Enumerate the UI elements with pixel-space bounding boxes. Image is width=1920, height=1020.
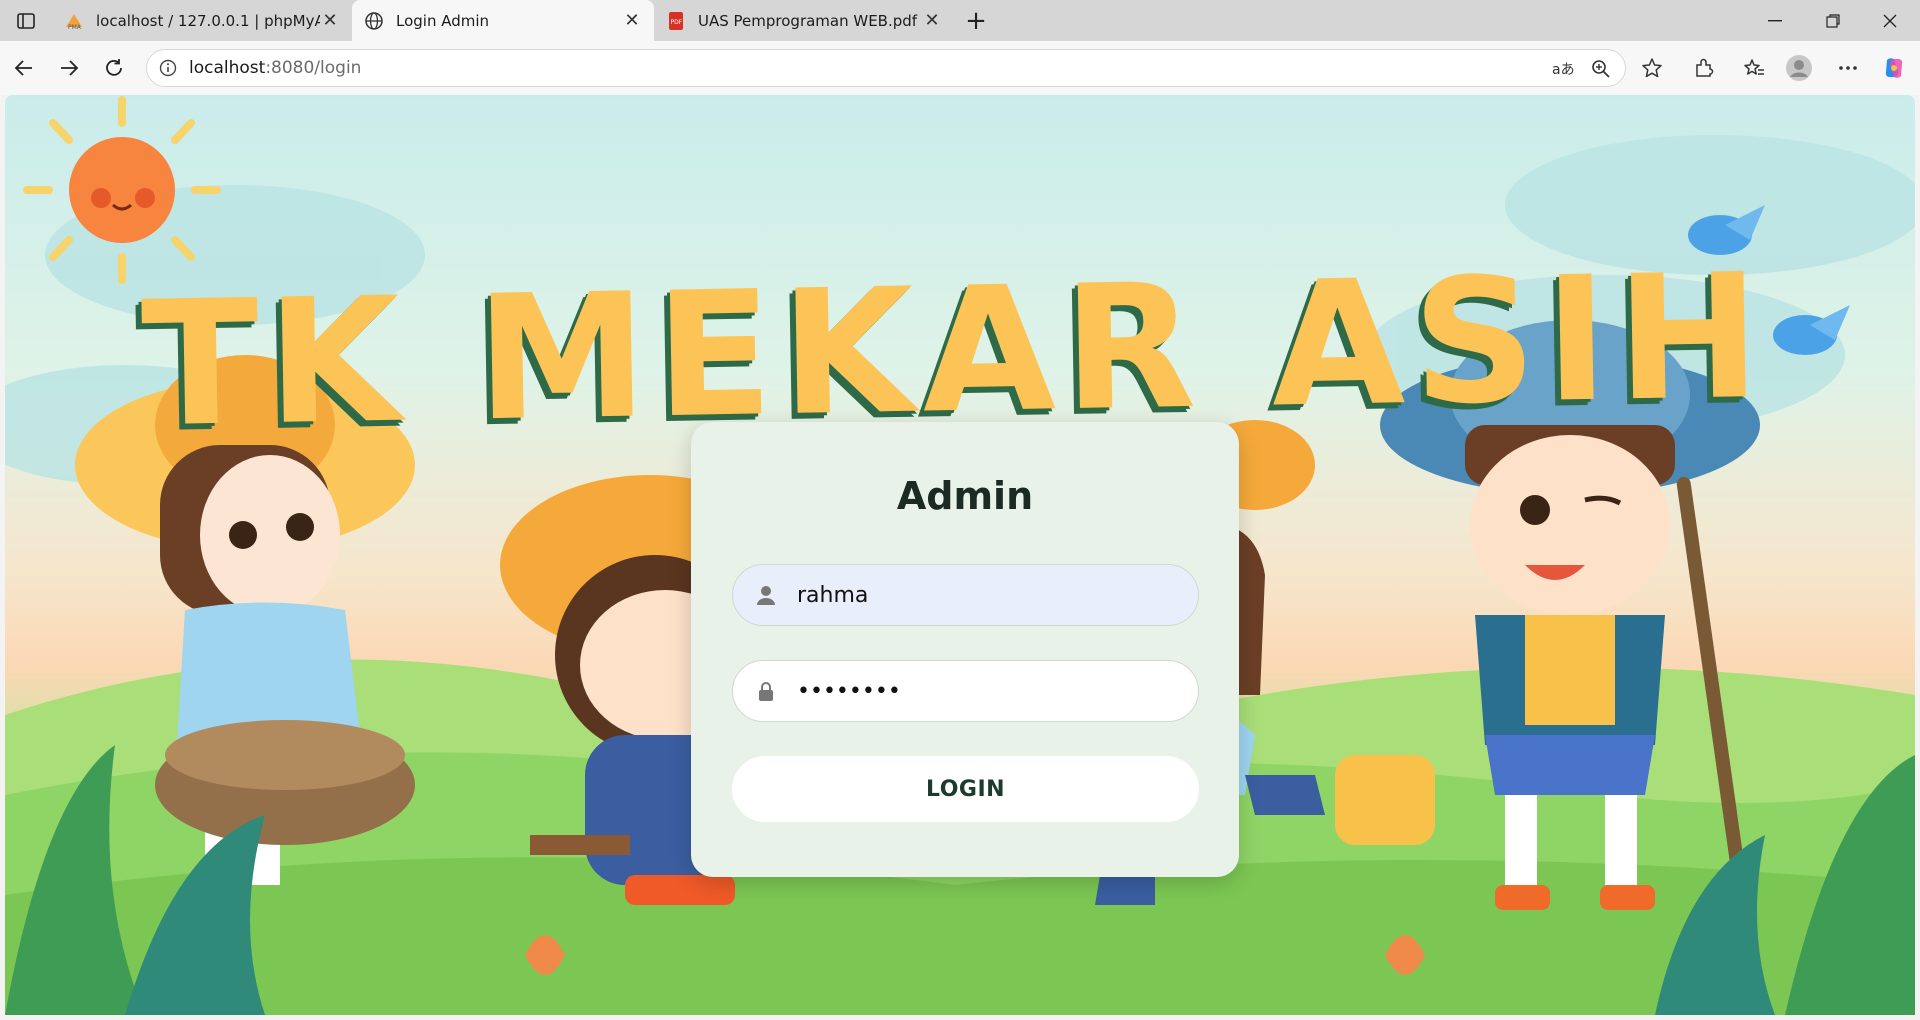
tab-login-admin[interactable]: Login Admin ✕ (352, 0, 654, 41)
extensions-icon[interactable] (1688, 52, 1720, 84)
pdf-icon: PDF (669, 11, 683, 30)
tab-strip: PMA localhost / 127.0.0.1 | phpMyAdm ✕ L… (0, 0, 1920, 41)
url-text[interactable]: localhost:8080/login (189, 58, 361, 78)
tab-pdf[interactable]: PDF UAS Pemprograman WEB.pdf ✕ (654, 0, 954, 41)
back-button[interactable] (8, 52, 40, 84)
svg-text:PMA: PMA (68, 24, 82, 31)
login-title: Admin (896, 474, 1034, 518)
tab-phpmyadmin[interactable]: PMA localhost / 127.0.0.1 | phpMyAdm ✕ (52, 0, 352, 41)
globe-icon (365, 11, 383, 30)
svg-text:aあ: aあ (1552, 62, 1574, 78)
site-info-icon[interactable] (159, 59, 177, 77)
user-icon (757, 586, 775, 605)
favorites-icon[interactable] (1738, 52, 1770, 84)
login-page: TK MEKAR ASIH Admin LOGIN (5, 95, 1915, 1015)
login-button[interactable]: LOGIN (732, 756, 1199, 822)
new-tab-button[interactable]: + (962, 6, 990, 36)
password-field[interactable] (732, 660, 1199, 722)
username-input[interactable] (795, 581, 1185, 609)
close-window-button[interactable] (1862, 0, 1918, 41)
more-menu-icon[interactable] (1832, 52, 1864, 84)
forward-button[interactable] (53, 52, 85, 84)
phpmyadmin-icon: PMA (66, 13, 82, 31)
reload-icon (106, 59, 122, 76)
browser-toolbar: localhost:8080/login aあ (0, 41, 1920, 95)
password-input[interactable] (795, 677, 1185, 705)
address-bar[interactable]: localhost:8080/login aあ (146, 49, 1626, 87)
back-arrow-icon (14, 60, 32, 76)
username-field[interactable] (732, 564, 1199, 626)
forward-arrow-icon (61, 60, 79, 76)
login-card: Admin LOGIN (691, 422, 1239, 877)
copilot-icon[interactable] (1878, 52, 1910, 84)
close-tab-icon[interactable]: ✕ (622, 10, 642, 31)
svg-text:PDF: PDF (671, 19, 683, 26)
restore-button[interactable] (1805, 0, 1861, 41)
lock-icon (759, 682, 773, 701)
zoom-icon[interactable] (1589, 57, 1613, 81)
minimize-button[interactable] (1747, 0, 1803, 41)
favorite-star-icon[interactable] (1636, 52, 1668, 84)
reload-button[interactable] (98, 52, 130, 84)
read-aloud-icon[interactable]: aあ (1551, 57, 1575, 81)
tab-actions-icon[interactable] (12, 8, 40, 34)
profile-avatar[interactable] (1783, 52, 1815, 84)
close-tab-icon[interactable]: ✕ (922, 10, 942, 31)
close-tab-icon[interactable]: ✕ (320, 10, 340, 31)
